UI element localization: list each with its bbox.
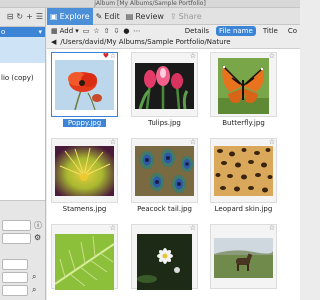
arrow-up-icon[interactable]: ⇧ — [104, 27, 110, 35]
gear-icon[interactable]: ⚙ — [34, 233, 41, 242]
horse-thumbnail — [214, 238, 273, 278]
breadcrumb: ◀ /Users/david/My Albums/Sample Portfoli… — [47, 36, 300, 48]
main-toolbar: ▣ Explore ✎ Edit ▤ Review ⇪ Share — [47, 7, 300, 25]
tree-item[interactable] — [0, 63, 45, 73]
tree-item-copy[interactable]: lio (copy) — [0, 73, 45, 83]
refresh-icon[interactable]: ↻ — [16, 12, 23, 21]
sidebar-field-2[interactable] — [2, 233, 31, 244]
thumbnail-caption: Tulips.jpg — [148, 119, 181, 127]
zoom-icon[interactable]: ⌕ — [32, 285, 36, 295]
review-icon: ▤ — [125, 11, 134, 21]
tulips-thumbnail — [135, 63, 194, 109]
sidebar-field-4[interactable] — [2, 272, 28, 283]
more-icon[interactable]: ⋯ — [133, 27, 140, 35]
info-icon[interactable]: ⓘ — [34, 220, 42, 231]
sort-details[interactable]: Details — [182, 26, 212, 36]
thumbnail-caption: Butterfly.jpg — [222, 119, 265, 127]
star-icon[interactable]: ☆ — [190, 52, 196, 60]
star-icon[interactable]: ☆ — [269, 138, 275, 146]
add-button[interactable]: ▦ Add ▾ — [51, 27, 79, 35]
sort-comment[interactable]: Co — [285, 26, 300, 36]
sort-file-name[interactable]: File name — [216, 25, 256, 36]
leaf-thumbnail — [55, 234, 114, 290]
minus-icon[interactable]: ⊟ — [7, 12, 14, 21]
album-sidebar: ⊟ ↻ + ☰ o ▾ lio (copy) ⓘ ⚙ ⌕ ⌕ — [0, 8, 46, 300]
sidebar-field-3[interactable] — [2, 259, 28, 270]
sidebar-field-1[interactable] — [2, 220, 31, 231]
search-icon[interactable]: ⌕ — [32, 272, 36, 282]
tree-item-selected[interactable]: o ▾ — [0, 27, 45, 37]
chevron-down-icon[interactable]: ▾ — [38, 27, 42, 37]
thumbnail-caption: Leopard skin.jpg — [214, 205, 273, 213]
folder-path[interactable]: /Users/david/My Albums/Sample Portfolio/… — [60, 38, 230, 46]
star-icon[interactable]: ☆ — [269, 224, 275, 232]
thumbnail-caption — [131, 291, 198, 300]
thumbnail-caption: Poppy.jpg — [51, 119, 118, 128]
album-tree[interactable]: o ▾ lio (copy) — [0, 26, 45, 201]
tab-explore[interactable]: ▣ Explore — [47, 7, 93, 25]
tab-edit[interactable]: ✎ Edit — [93, 8, 123, 25]
star-icon[interactable]: ☆ — [190, 224, 196, 232]
leopard-thumbnail — [214, 146, 273, 196]
arrow-down-icon[interactable]: ⇩ — [113, 27, 119, 35]
poppy-thumbnail — [55, 60, 114, 110]
add-icon[interactable]: + — [26, 12, 33, 21]
tab-review[interactable]: ▤ Review — [123, 8, 167, 25]
thumbnail-caption: Stamens.jpg — [62, 205, 107, 213]
thumbnail-caption — [210, 291, 277, 300]
menu-icon[interactable]: ☰ — [36, 12, 43, 21]
star-icon[interactable]: ☆ — [269, 52, 275, 60]
thumbnail-grid: ♥ ☆ Poppy.jpg ☆ Tulips.jpg ☆ Butterfly.j… — [47, 48, 300, 300]
sort-title[interactable]: Title — [260, 26, 281, 36]
sidebar-toolbar: ⊟ ↻ + ☰ — [0, 8, 45, 25]
thumbnail-caption — [51, 291, 118, 300]
white-flower-thumbnail — [137, 234, 192, 290]
tab-share[interactable]: ⇪ Share — [167, 8, 205, 25]
chevron-left-icon[interactable]: ◀ — [51, 38, 56, 46]
star-icon[interactable]: ☆ — [93, 27, 99, 35]
chevron-down-icon: ▾ — [75, 26, 79, 35]
star-icon[interactable]: ☆ — [110, 52, 116, 60]
tree-item-highlight[interactable] — [0, 37, 45, 63]
explore-icon: ▣ — [50, 11, 58, 21]
new-folder-icon[interactable]: ▭ — [83, 27, 90, 35]
thumbnail-caption: Peacock tail.jpg — [137, 205, 192, 213]
butterfly-thumbnail — [218, 58, 269, 114]
star-icon[interactable]: ☆ — [190, 138, 196, 146]
star-icon[interactable]: ☆ — [110, 224, 116, 232]
add-image-icon: ▦ — [51, 26, 58, 35]
heart-icon[interactable]: ♥ — [103, 52, 109, 60]
star-icon[interactable]: ☆ — [110, 138, 116, 146]
stop-icon[interactable]: ● — [123, 27, 129, 35]
sidebar-field-5[interactable] — [2, 285, 28, 296]
share-icon: ⇪ — [169, 11, 177, 21]
peacock-thumbnail — [135, 146, 194, 196]
stamens-thumbnail — [55, 146, 114, 196]
edit-icon: ✎ — [95, 11, 103, 21]
